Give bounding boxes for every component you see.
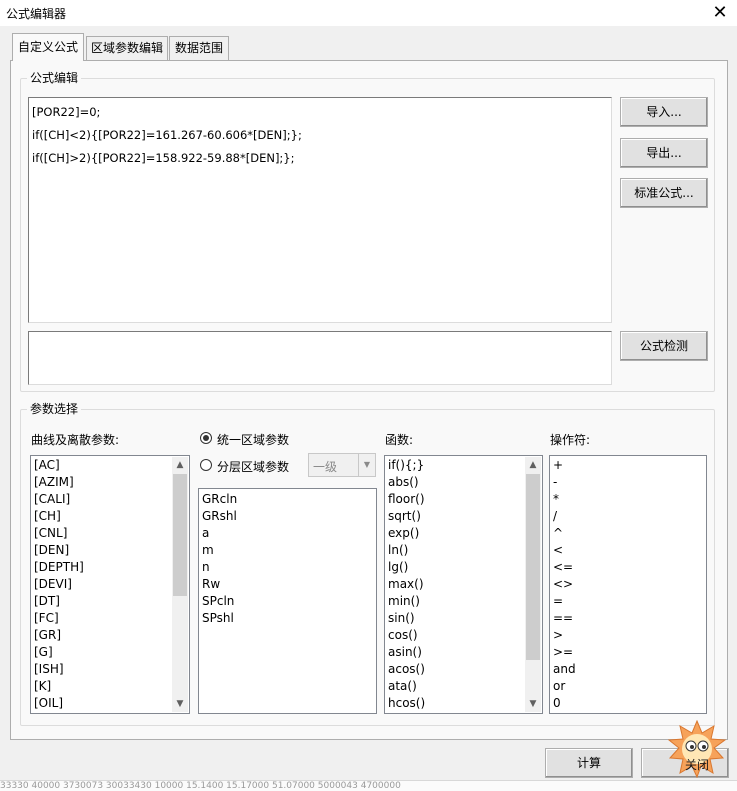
functions-list[interactable]: if(){;} abs() floor() sqrt() exp() ln() …	[384, 455, 543, 714]
list-item[interactable]: 0	[552, 695, 576, 712]
list-item[interactable]: max()	[387, 576, 425, 593]
list-item[interactable]: ==	[552, 610, 576, 627]
functions-label: 函数:	[385, 433, 414, 447]
formula-textarea[interactable]: [POR22]=0; if([CH]<2){[POR22]=161.267-60…	[28, 97, 612, 323]
list-item[interactable]: abs()	[387, 474, 425, 491]
list-item[interactable]: if(){;}	[387, 457, 425, 474]
formula-line: if([CH]<2){[POR22]=161.267-60.606*[DEN];…	[32, 128, 302, 142]
scroll-down-icon[interactable]: ▼	[525, 696, 541, 712]
tab-custom-formula[interactable]: 自定义公式	[12, 33, 84, 61]
list-item[interactable]: <=	[552, 559, 576, 576]
list-item[interactable]: [ISH]	[33, 661, 84, 678]
list-item[interactable]: n	[201, 559, 237, 576]
list-item[interactable]: -	[552, 474, 576, 491]
list-item[interactable]: cos()	[387, 627, 425, 644]
radio-unified-params[interactable]	[200, 432, 212, 444]
tab-label: 区域参数编辑	[90, 41, 163, 55]
radio-layered-label: 分层区域参数	[217, 460, 290, 474]
list-item[interactable]: SPcln	[201, 593, 237, 610]
radio-unified-label: 统一区域参数	[217, 433, 290, 447]
list-item[interactable]: [OIL]	[33, 695, 84, 712]
scroll-down-icon[interactable]: ▼	[172, 696, 188, 712]
curves-label: 曲线及离散参数:	[31, 433, 120, 447]
level-select[interactable]: 一级 ▼	[308, 453, 376, 477]
scroll-up-icon[interactable]: ▲	[172, 457, 188, 473]
list-item[interactable]: +	[552, 457, 576, 474]
list-item[interactable]: a	[201, 525, 237, 542]
list-item[interactable]: <	[552, 542, 576, 559]
list-item[interactable]: GRshl	[201, 508, 237, 525]
list-item[interactable]: min()	[387, 593, 425, 610]
list-item[interactable]: ^	[552, 525, 576, 542]
list-item[interactable]: GRcln	[201, 491, 237, 508]
list-item[interactable]: SPshl	[201, 610, 237, 627]
scrollbar-thumb[interactable]	[173, 474, 187, 596]
formula-check-button[interactable]: 公式检测	[620, 331, 708, 361]
background-table-strip: 33330 40000 3730073 30033430 10000 15.14…	[0, 780, 737, 791]
region-params-list[interactable]: GRcln GRshl a m n Rw SPcln SPshl	[198, 488, 377, 714]
list-item[interactable]: [CALI]	[33, 491, 84, 508]
scrollbar-thumb[interactable]	[526, 474, 540, 660]
list-item[interactable]: [CNL]	[33, 525, 84, 542]
chevron-down-icon: ▼	[358, 454, 375, 476]
list-item[interactable]: [AZIM]	[33, 474, 84, 491]
compute-button[interactable]: 计算	[545, 748, 633, 778]
list-item[interactable]: and	[552, 661, 576, 678]
list-item[interactable]: [DT]	[33, 593, 84, 610]
tab-label: 自定义公式	[17, 40, 78, 54]
list-item[interactable]: sqrt()	[387, 508, 425, 525]
list-item[interactable]: [AC]	[33, 457, 84, 474]
list-item[interactable]: >	[552, 627, 576, 644]
list-item[interactable]: =	[552, 593, 576, 610]
list-item[interactable]: <>	[552, 576, 576, 593]
import-button[interactable]: 导入...	[620, 97, 708, 127]
list-item[interactable]: floor()	[387, 491, 425, 508]
list-item[interactable]: *	[552, 491, 576, 508]
list-item[interactable]: exp()	[387, 525, 425, 542]
list-item[interactable]: asin()	[387, 644, 425, 661]
formula-edit-group-label: 公式编辑	[27, 71, 82, 85]
tab-label: 数据范围	[174, 41, 223, 55]
list-item[interactable]: [G]	[33, 644, 84, 661]
formula-line: if([CH]>2){[POR22]=158.922-59.88*[DEN];}…	[32, 151, 295, 165]
title-bar: 公式编辑器 ✕	[0, 0, 737, 26]
list-item[interactable]: >=	[552, 644, 576, 661]
list-item[interactable]: [DEN]	[33, 542, 84, 559]
list-item[interactable]: [FC]	[33, 610, 84, 627]
list-item[interactable]: lg()	[387, 559, 425, 576]
operators-label: 操作符:	[550, 433, 591, 447]
formula-line: [POR22]=0;	[32, 105, 101, 119]
list-item[interactable]: [DEPTH]	[33, 559, 84, 576]
tab-region-params[interactable]: 区域参数编辑	[86, 36, 168, 60]
mascot-sticker: 关闭	[667, 719, 727, 779]
list-item[interactable]: m	[201, 542, 237, 559]
list-item[interactable]: ln()	[387, 542, 425, 559]
window-title: 公式编辑器	[6, 7, 67, 21]
export-button[interactable]: 导出...	[620, 138, 708, 168]
operators-list[interactable]: + - * / ^ < <= <> = == > >= and or 0	[549, 455, 707, 714]
check-result-box[interactable]	[28, 331, 612, 385]
list-item[interactable]: acos()	[387, 661, 425, 678]
functions-scrollbar[interactable]: ▲ ▼	[525, 457, 541, 712]
list-item[interactable]: or	[552, 678, 576, 695]
close-icon[interactable]: ✕	[708, 2, 732, 24]
list-item[interactable]: /	[552, 508, 576, 525]
list-item[interactable]: ata()	[387, 678, 425, 695]
list-item[interactable]: [CH]	[33, 508, 84, 525]
curves-scrollbar[interactable]: ▲ ▼	[172, 457, 188, 712]
list-item[interactable]: [K]	[33, 678, 84, 695]
tab-data-range[interactable]: 数据范围	[169, 36, 229, 60]
radio-layered-params[interactable]	[200, 459, 212, 471]
list-item[interactable]: sin()	[387, 610, 425, 627]
param-select-group-label: 参数选择	[27, 402, 82, 416]
scroll-up-icon[interactable]: ▲	[525, 457, 541, 473]
level-select-value: 一级	[313, 460, 338, 474]
list-item[interactable]: hcos()	[387, 695, 425, 712]
standard-formula-button[interactable]: 标准公式...	[620, 178, 708, 208]
list-item[interactable]: [DEVI]	[33, 576, 84, 593]
close-button-label: 关闭	[684, 758, 709, 772]
list-item[interactable]: Rw	[201, 576, 237, 593]
curves-list[interactable]: [AC] [AZIM] [CALI] [CH] [CNL] [DEN] [DEP…	[30, 455, 190, 714]
list-item[interactable]: [GR]	[33, 627, 84, 644]
